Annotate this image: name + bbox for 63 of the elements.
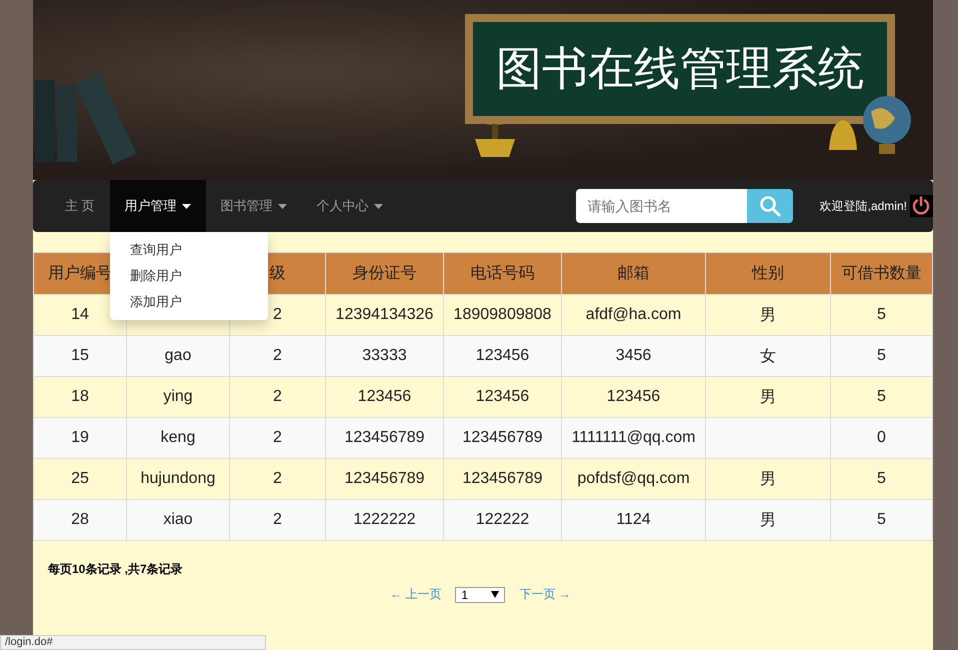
welcome-text: 欢迎登陆,admin! xyxy=(820,198,907,214)
nav-menu-item[interactable]: 图书管理 xyxy=(206,180,302,232)
logout-button[interactable] xyxy=(910,195,933,217)
nav-menu-item[interactable]: 用户管理 xyxy=(110,180,206,232)
table-cell: 25 xyxy=(34,458,126,500)
status-url: /login.do# xyxy=(0,635,266,650)
table-cell: 5 xyxy=(830,500,932,540)
table-cell: 男 xyxy=(706,458,830,500)
table-cell: 2 xyxy=(230,376,326,418)
table-cell: 2 xyxy=(230,500,326,540)
table-cell: 5 xyxy=(830,336,932,376)
table-cell: 男 xyxy=(706,376,830,418)
table-cell: 2 xyxy=(230,418,326,458)
table-cell: 男 xyxy=(706,500,830,540)
table-cell: 123456 xyxy=(562,376,706,418)
table-cell: 19 xyxy=(34,418,126,458)
table-cell: 28 xyxy=(34,500,126,540)
table-cell: 5 xyxy=(830,376,932,418)
table-cell: gao xyxy=(126,336,230,376)
table-cell: 123456 xyxy=(444,376,562,418)
table-cell: 18 xyxy=(34,376,126,418)
column-header: 电话号码 xyxy=(444,252,562,294)
table-cell: 15 xyxy=(34,336,126,376)
table-cell: 2 xyxy=(230,336,326,376)
table-cell: 1124 xyxy=(562,500,706,540)
table-cell: 123456 xyxy=(326,376,444,418)
column-header: 身份证号 xyxy=(326,252,444,294)
table-cell: 1222222 xyxy=(326,500,444,540)
page-select[interactable]: 1 xyxy=(455,586,506,602)
table-cell: 12394134326 xyxy=(326,294,444,336)
table-cell: ying xyxy=(126,376,230,418)
table-cell: 33333 xyxy=(326,336,444,376)
dropdown-arrow-icon xyxy=(491,591,500,598)
table-cell: pofdsf@qq.com xyxy=(562,458,706,500)
table-cell: 123456789 xyxy=(326,458,444,500)
column-header: 邮箱 xyxy=(562,252,706,294)
table-cell: xiao xyxy=(126,500,230,540)
table-cell: 18909809808 xyxy=(444,294,562,336)
nav-menu-item[interactable]: 个人中心 xyxy=(302,180,398,232)
table-cell: 5 xyxy=(830,294,932,336)
table-cell: 5 xyxy=(830,458,932,500)
table-cell: hujundong xyxy=(126,458,230,500)
table-cell: afdf@ha.com xyxy=(562,294,706,336)
table-cell: 0 xyxy=(830,418,932,458)
table-cell: 123456789 xyxy=(326,418,444,458)
column-header: 可借书数量 xyxy=(830,252,932,294)
power-icon xyxy=(911,196,932,216)
table-cell: 女 xyxy=(706,336,830,376)
column-header: 性别 xyxy=(706,252,830,294)
table-cell: 123456 xyxy=(444,336,562,376)
table-cell: 2 xyxy=(230,458,326,500)
records-summary: 每页10条记录 ,共7条记录 xyxy=(48,561,184,578)
table-cell: 男 xyxy=(706,294,830,336)
search-icon xyxy=(758,195,781,217)
nav-menu-item[interactable]: 主 页 xyxy=(50,180,110,232)
table-cell: keng xyxy=(126,418,230,458)
table-cell: 123456789 xyxy=(444,458,562,500)
table-cell: 1111111@qq.com xyxy=(562,418,706,458)
site-title: 图书在线管理系统 xyxy=(496,41,864,96)
search-field[interactable]: 请输入图书名 xyxy=(576,189,747,223)
table-cell: 3456 xyxy=(562,336,706,376)
table-cell: 122222 xyxy=(444,500,562,540)
table-cell: 123456789 xyxy=(444,418,562,458)
